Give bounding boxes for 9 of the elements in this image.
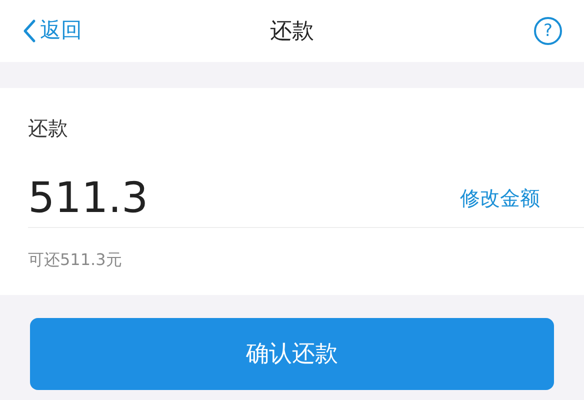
available-amount: 可还511.3元: [28, 249, 122, 271]
chevron-left-icon: [22, 19, 36, 43]
repay-label: 还款: [28, 115, 68, 142]
confirm-button[interactable]: 确认还款: [30, 318, 554, 390]
edit-amount-link[interactable]: 修改金额: [460, 182, 540, 212]
back-button[interactable]: 返回: [22, 15, 122, 47]
help-button[interactable]: ?: [534, 17, 562, 45]
page-title: 还款: [270, 18, 314, 46]
amount-field[interactable]: 511.3: [28, 176, 148, 218]
